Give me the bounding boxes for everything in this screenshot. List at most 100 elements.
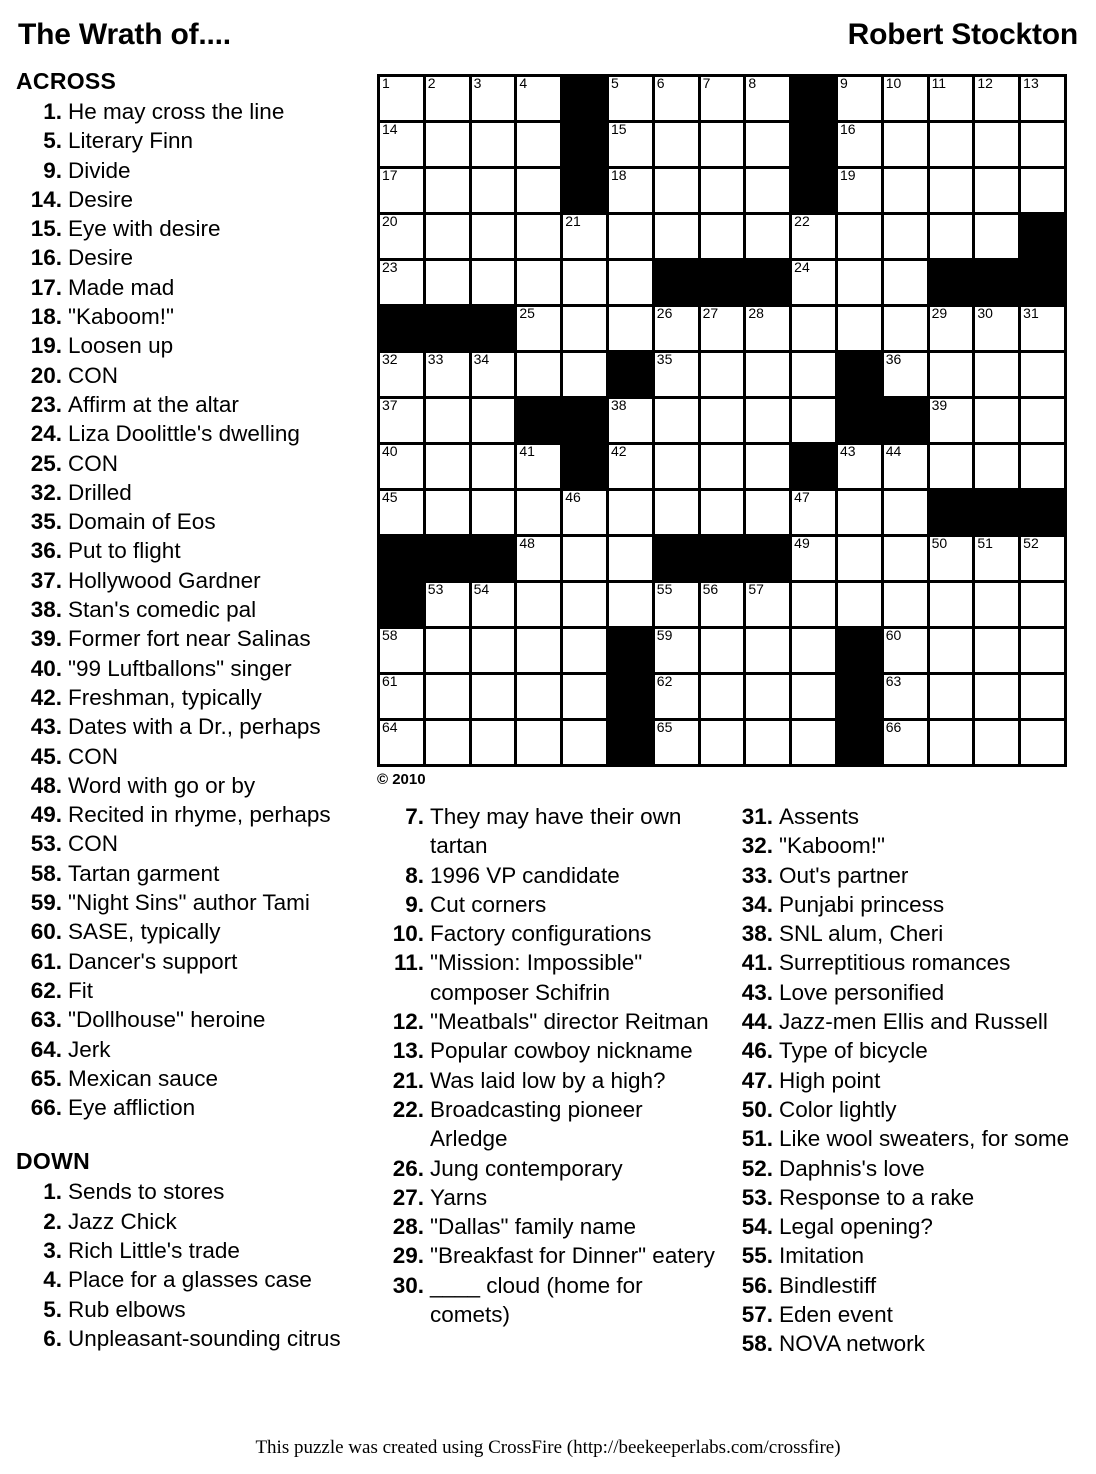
grid-cell[interactable] xyxy=(654,215,701,261)
grid-cell[interactable] xyxy=(700,215,747,261)
grid-cell[interactable]: 27 xyxy=(700,305,747,353)
grid-cell[interactable] xyxy=(975,399,1022,445)
grid-cell[interactable] xyxy=(517,491,564,537)
grid-cell[interactable]: 35 xyxy=(654,351,701,399)
grid-cell[interactable] xyxy=(471,629,518,675)
grid-cell[interactable] xyxy=(700,123,747,169)
grid-cell[interactable] xyxy=(746,399,793,445)
grid-cell[interactable]: 40 xyxy=(380,443,426,491)
grid-cell[interactable] xyxy=(563,261,609,307)
grid-cell[interactable] xyxy=(654,169,701,215)
grid-cell[interactable] xyxy=(563,537,609,583)
grid-cell[interactable]: 46 xyxy=(563,489,609,537)
grid-cell[interactable] xyxy=(471,123,518,169)
grid-cell[interactable]: 16 xyxy=(837,121,884,169)
grid-cell[interactable]: 53 xyxy=(425,581,472,629)
grid-cell[interactable]: 41 xyxy=(517,443,564,491)
grid-cell[interactable]: 51 xyxy=(975,535,1022,583)
grid-cell[interactable] xyxy=(608,261,655,307)
grid-cell[interactable] xyxy=(975,675,1022,721)
grid-cell[interactable] xyxy=(471,675,518,721)
grid-cell[interactable] xyxy=(608,537,655,583)
grid-cell[interactable] xyxy=(746,721,793,767)
grid-cell[interactable]: 49 xyxy=(792,535,838,583)
grid-cell[interactable] xyxy=(746,123,793,169)
grid-cell[interactable] xyxy=(425,629,472,675)
grid-cell[interactable] xyxy=(425,491,472,537)
grid-cell[interactable] xyxy=(471,491,518,537)
grid-cell[interactable] xyxy=(1021,721,1067,767)
grid-cell[interactable]: 61 xyxy=(380,673,426,721)
grid-cell[interactable] xyxy=(746,675,793,721)
grid-cell[interactable] xyxy=(471,721,518,767)
grid-cell[interactable] xyxy=(700,675,747,721)
grid-cell[interactable]: 23 xyxy=(380,259,426,307)
grid-cell[interactable]: 19 xyxy=(837,167,884,215)
grid-cell[interactable]: 14 xyxy=(380,121,426,169)
grid-cell[interactable] xyxy=(608,215,655,261)
grid-cell[interactable] xyxy=(975,123,1022,169)
grid-cell[interactable] xyxy=(517,675,564,721)
grid-cell[interactable]: 50 xyxy=(929,535,976,583)
grid-cell[interactable] xyxy=(425,123,472,169)
grid-cell[interactable]: 18 xyxy=(608,167,655,215)
grid-cell[interactable] xyxy=(517,261,564,307)
grid-cell[interactable]: 29 xyxy=(929,305,976,353)
grid-cell[interactable] xyxy=(792,583,838,629)
grid-cell[interactable] xyxy=(1021,399,1067,445)
grid-cell[interactable]: 1 xyxy=(380,75,426,123)
grid-cell[interactable]: 13 xyxy=(1021,75,1067,123)
grid-cell[interactable] xyxy=(654,491,701,537)
grid-cell[interactable] xyxy=(883,537,930,583)
grid-cell[interactable] xyxy=(837,491,884,537)
grid-cell[interactable] xyxy=(975,445,1022,491)
grid-cell[interactable]: 20 xyxy=(380,213,426,261)
grid-cell[interactable] xyxy=(837,583,884,629)
grid-cell[interactable] xyxy=(654,123,701,169)
grid-cell[interactable]: 55 xyxy=(654,581,701,629)
grid-cell[interactable]: 37 xyxy=(380,397,426,445)
grid-cell[interactable]: 59 xyxy=(654,627,701,675)
grid-cell[interactable]: 52 xyxy=(1021,535,1067,583)
grid-cell[interactable]: 17 xyxy=(380,167,426,215)
grid-cell[interactable] xyxy=(1021,123,1067,169)
grid-cell[interactable]: 36 xyxy=(883,351,930,399)
grid-cell[interactable] xyxy=(425,445,472,491)
grid-cell[interactable]: 4 xyxy=(517,75,564,123)
grid-cell[interactable] xyxy=(608,583,655,629)
grid-cell[interactable] xyxy=(700,169,747,215)
grid-cell[interactable] xyxy=(563,583,609,629)
grid-cell[interactable] xyxy=(746,491,793,537)
grid-cell[interactable] xyxy=(929,123,976,169)
grid-cell[interactable]: 45 xyxy=(380,489,426,537)
grid-cell[interactable] xyxy=(883,583,930,629)
grid-cell[interactable] xyxy=(471,399,518,445)
grid-cell[interactable] xyxy=(608,307,655,353)
grid-cell[interactable] xyxy=(746,629,793,675)
grid-cell[interactable] xyxy=(792,721,838,767)
grid-cell[interactable]: 31 xyxy=(1021,305,1067,353)
grid-cell[interactable] xyxy=(792,399,838,445)
grid-cell[interactable]: 7 xyxy=(700,75,747,123)
grid-cell[interactable] xyxy=(929,215,976,261)
grid-cell[interactable] xyxy=(883,169,930,215)
grid-cell[interactable] xyxy=(700,721,747,767)
grid-cell[interactable] xyxy=(975,353,1022,399)
grid-cell[interactable]: 30 xyxy=(975,305,1022,353)
grid-cell[interactable] xyxy=(746,353,793,399)
grid-cell[interactable] xyxy=(929,721,976,767)
grid-cell[interactable] xyxy=(700,491,747,537)
grid-cell[interactable] xyxy=(746,215,793,261)
grid-cell[interactable] xyxy=(425,261,472,307)
grid-cell[interactable] xyxy=(471,445,518,491)
grid-cell[interactable] xyxy=(563,629,609,675)
grid-cell[interactable] xyxy=(563,721,609,767)
grid-cell[interactable]: 60 xyxy=(883,627,930,675)
grid-cell[interactable]: 57 xyxy=(746,581,793,629)
grid-cell[interactable] xyxy=(563,353,609,399)
grid-cell[interactable] xyxy=(425,721,472,767)
grid-cell[interactable]: 22 xyxy=(792,213,838,261)
grid-cell[interactable]: 66 xyxy=(883,719,930,767)
grid-cell[interactable] xyxy=(471,169,518,215)
grid-cell[interactable] xyxy=(975,629,1022,675)
